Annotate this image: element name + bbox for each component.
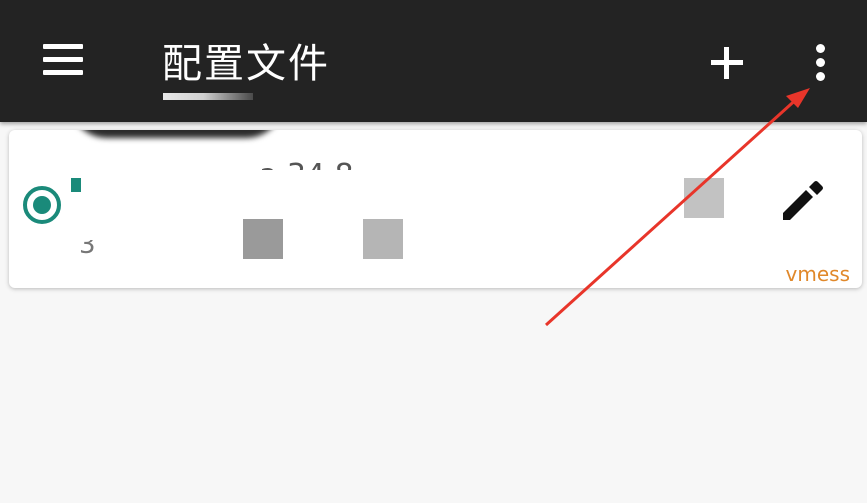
redacted-region	[71, 178, 81, 192]
redacted-region	[363, 219, 403, 259]
redacted-region	[684, 178, 724, 218]
redacted-region	[163, 93, 253, 100]
pencil-icon[interactable]	[771, 168, 831, 228]
add-profile-button[interactable]	[706, 42, 748, 84]
profile-card[interactable]: a 34 8 3 vmess	[9, 130, 862, 288]
redacted-region	[243, 219, 283, 259]
redacted-region	[101, 226, 201, 288]
redacted-region	[69, 130, 284, 138]
hamburger-menu-icon[interactable]	[38, 40, 90, 82]
more-options-button[interactable]	[804, 38, 838, 86]
page-title: 配置文件	[162, 41, 330, 87]
profile-selected-radio[interactable]	[23, 186, 61, 224]
protocol-type-label: vmess	[785, 262, 850, 286]
top-app-bar: 配置文件	[0, 0, 867, 122]
